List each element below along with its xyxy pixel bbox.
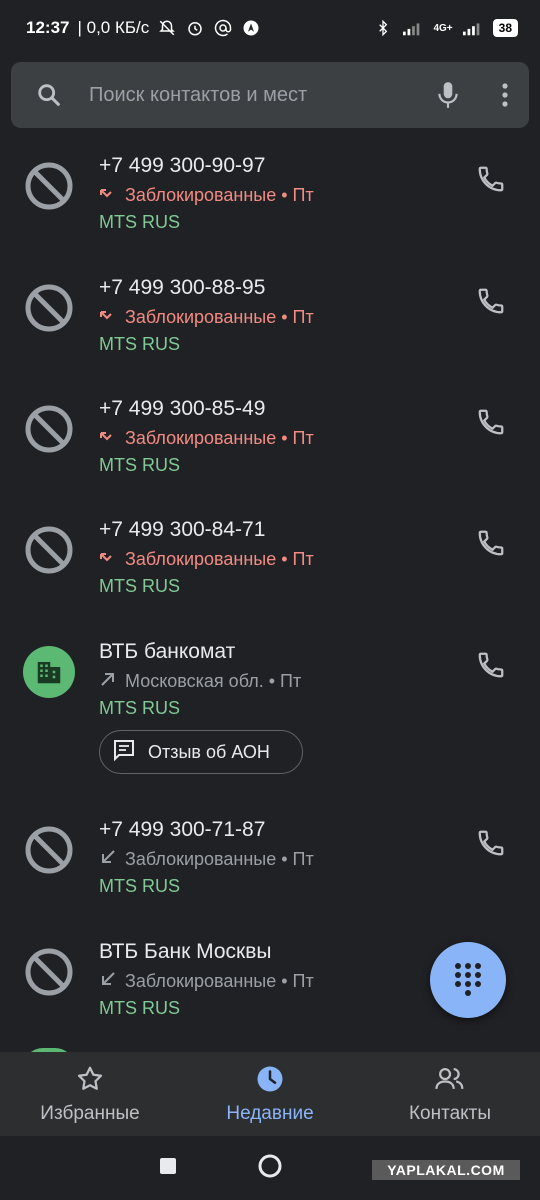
dialpad-icon — [455, 963, 481, 996]
call-carrier: MTS RUS — [99, 698, 180, 718]
call-title: +7 499 300-85-49 — [99, 397, 266, 420]
blocked-icon — [23, 524, 75, 576]
phone-screen: 12:37 | 0,0 КБ/с 4G+ 38 Поиск контактов … — [0, 0, 540, 1200]
phone-call-icon[interactable] — [474, 826, 508, 860]
call-carrier: MTS RUS — [99, 455, 180, 475]
tab-favorites[interactable]: Избранные — [0, 1052, 180, 1136]
call-title: +7 499 300-71-87 — [99, 818, 266, 841]
home-circle-icon[interactable] — [257, 1153, 283, 1184]
call-subtitle: Заблокированные • Пт — [125, 849, 314, 869]
business-avatar — [23, 646, 75, 698]
people-icon — [434, 1064, 466, 1099]
at-icon — [213, 18, 233, 38]
call-subtitle: Заблокированные • Пт — [125, 549, 314, 569]
outgoing-call-icon — [99, 667, 117, 695]
signal-icon — [403, 18, 423, 38]
blocked-icon — [23, 946, 75, 998]
incoming-call-icon — [99, 845, 117, 873]
missed-call-icon — [99, 303, 117, 331]
signal-icon-2 — [462, 18, 483, 38]
blocked-icon — [23, 824, 75, 876]
tab-recents[interactable]: Недавние — [180, 1052, 360, 1136]
star-icon — [75, 1064, 105, 1099]
missed-call-icon — [99, 545, 117, 573]
caller-id-feedback-chip[interactable]: Отзыв об АОН — [99, 730, 303, 774]
phone-call-icon[interactable] — [474, 405, 508, 439]
status-bar: 12:37 | 0,0 КБ/с 4G+ 38 — [0, 0, 540, 56]
call-log-row[interactable]: +7 499 300-71-87 Заблокированные • Пт MT… — [0, 804, 540, 914]
alarm-icon — [185, 18, 205, 38]
clock-icon — [255, 1064, 285, 1099]
search-icon — [35, 81, 63, 109]
call-subtitle: Заблокированные • Пт — [125, 971, 314, 991]
status-speed: | 0,0 КБ/с — [77, 18, 150, 37]
call-log-row[interactable]: +7 499 300-84-71 Заблокированные • Пт MT… — [0, 504, 540, 614]
chip-label: Отзыв об АОН — [148, 741, 270, 762]
tab-label: Избранные — [40, 1103, 140, 1124]
building-icon — [37, 662, 61, 684]
call-log-row[interactable]: +7 499 300-90-97 Заблокированные • Пт MT… — [0, 140, 540, 250]
incoming-call-icon — [99, 967, 117, 995]
navigation-icon — [241, 18, 261, 38]
call-subtitle: Заблокированные • Пт — [125, 185, 314, 205]
tab-label: Недавние — [226, 1103, 314, 1124]
search-placeholder: Поиск контактов и мест — [89, 83, 308, 106]
recents-square-icon[interactable] — [159, 1157, 177, 1180]
call-carrier: MTS RUS — [99, 212, 180, 232]
call-log-row[interactable]: +7 499 300-85-49 Заблокированные • Пт MT… — [0, 383, 540, 493]
call-title: ВТБ банкомат — [99, 640, 236, 663]
call-subtitle: Заблокированные • Пт — [125, 428, 314, 448]
bluetooth-icon — [373, 18, 393, 38]
blocked-icon — [23, 282, 75, 334]
call-title: ВТБ Банк Москвы — [99, 940, 272, 963]
call-carrier: MTS RUS — [99, 876, 180, 896]
phone-call-icon[interactable] — [474, 284, 508, 318]
missed-call-icon — [99, 424, 117, 452]
call-subtitle: Московская обл. • Пт — [125, 671, 302, 691]
bottom-navigation: Избранные Недавние Контакты — [0, 1052, 540, 1136]
call-title: +7 499 300-88-95 — [99, 276, 266, 299]
phone-call-icon[interactable] — [474, 648, 508, 682]
mute-icon — [157, 18, 177, 38]
blocked-icon — [23, 403, 75, 455]
tab-label: Контакты — [408, 1103, 492, 1124]
call-title: +7 499 300-84-71 — [99, 518, 266, 541]
phone-call-icon[interactable] — [474, 526, 508, 560]
phone-call-icon[interactable] — [474, 162, 508, 196]
call-carrier: MTS RUS — [99, 334, 180, 354]
feedback-icon — [112, 738, 136, 767]
search-bar[interactable]: Поиск контактов и мест — [11, 62, 529, 128]
blocked-icon — [23, 160, 75, 212]
dialpad-button[interactable] — [430, 942, 506, 1018]
call-log-row[interactable]: +7 499 300-88-95 Заблокированные • Пт MT… — [0, 262, 540, 372]
call-carrier: MTS RUS — [99, 576, 180, 596]
tab-contacts[interactable]: Контакты — [360, 1052, 540, 1136]
network-type: 4G+ — [433, 22, 453, 34]
call-carrier: MTS RUS — [99, 998, 180, 1018]
more-options-icon[interactable] — [501, 82, 509, 108]
call-log-row[interactable]: ВТБ банкомат Московская обл. • Пт MTS RU… — [0, 626, 540, 736]
microphone-icon[interactable] — [435, 80, 461, 110]
battery-indicator: 38 — [492, 19, 518, 37]
missed-call-icon — [99, 181, 117, 209]
call-subtitle: Заблокированные • Пт — [125, 307, 314, 327]
watermark: YAPLAKAL.COM — [372, 1160, 520, 1180]
call-title: +7 499 300-90-97 — [99, 154, 266, 177]
status-time: 12:37 — [26, 18, 70, 37]
